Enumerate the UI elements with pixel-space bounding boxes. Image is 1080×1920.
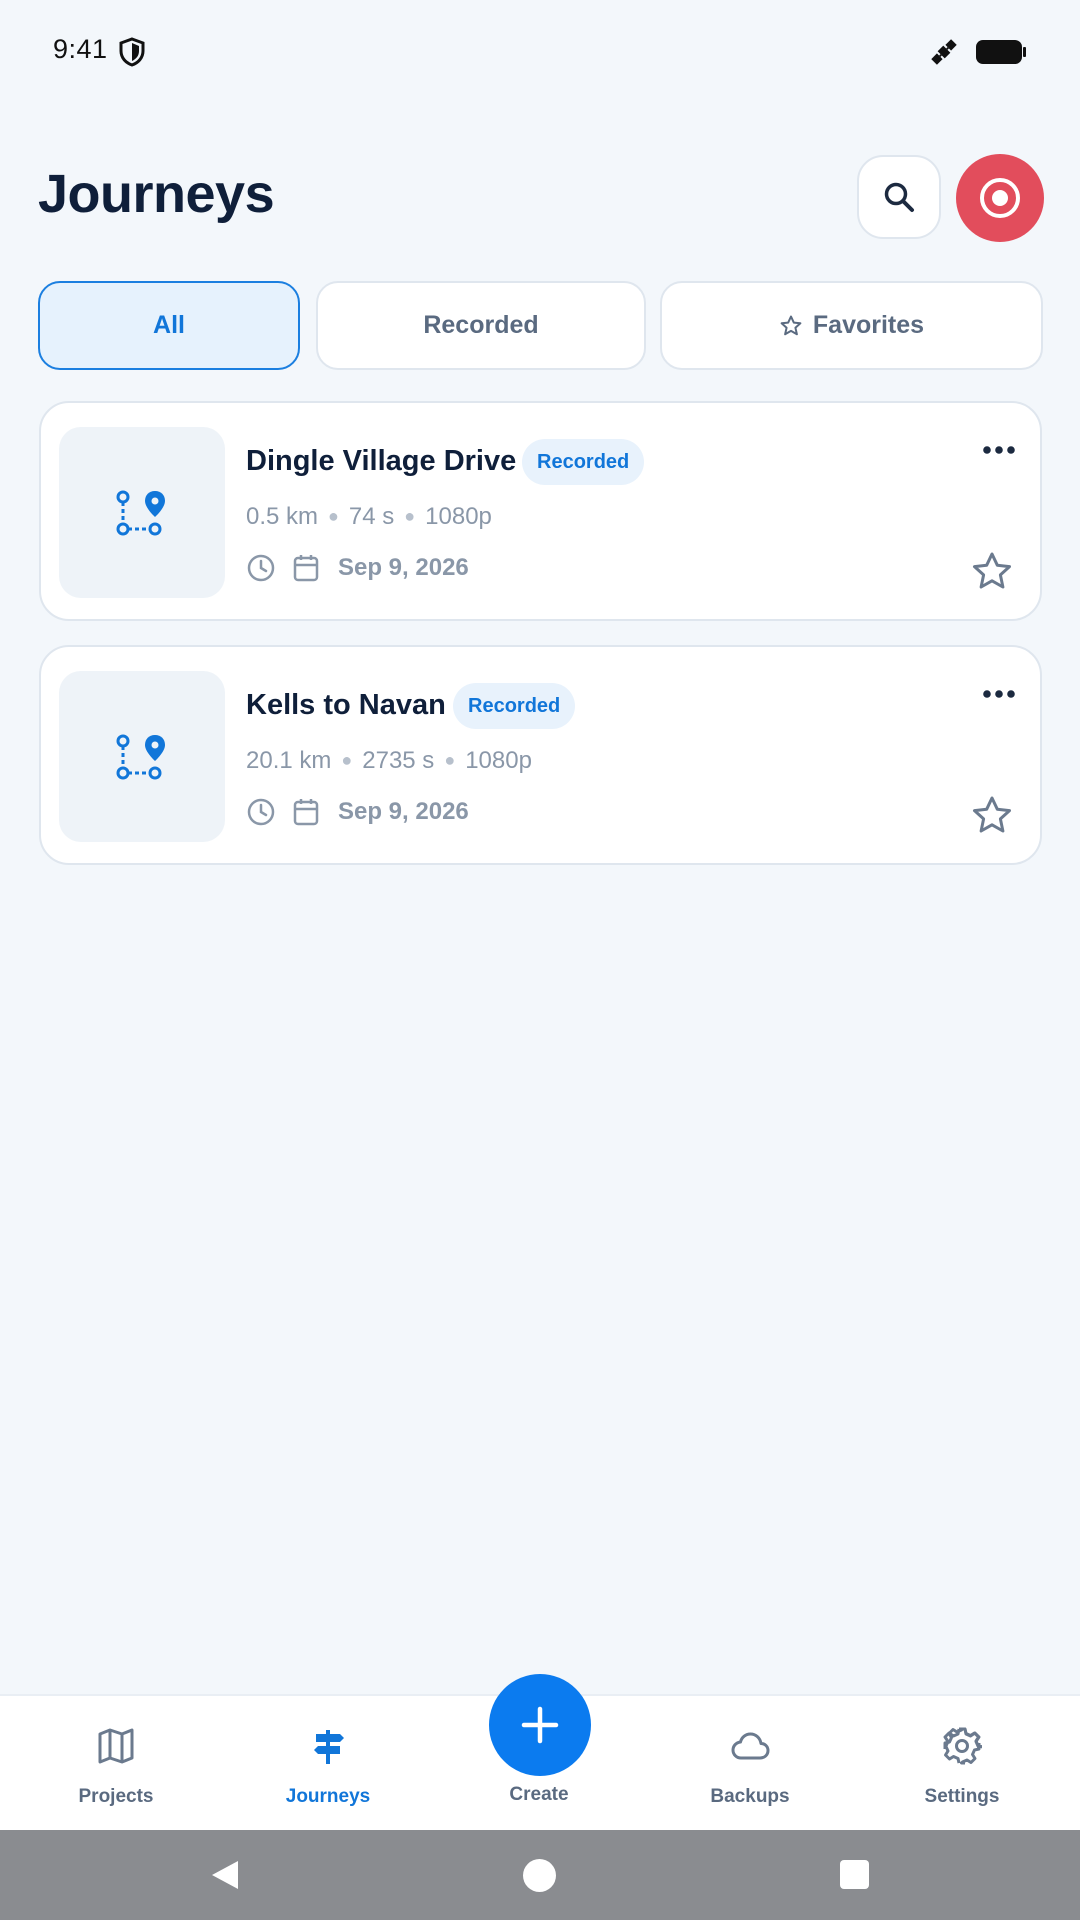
recents-icon[interactable] xyxy=(840,1860,869,1889)
journey-card[interactable]: Dingle Village Drive Recorded 0.5 km ● 74 … xyxy=(39,401,1042,621)
status-bar: 9:41 xyxy=(0,0,1080,104)
nav-journeys-label: Journeys xyxy=(285,1786,371,1807)
satellite-icon xyxy=(931,39,957,65)
nav-backups-label: Backups xyxy=(710,1786,790,1807)
calendar-icon xyxy=(293,799,319,826)
filter-all-label: All xyxy=(153,311,185,339)
journeys-screen: 9:41 Journeys All Recorded Favorites Din… xyxy=(0,0,1080,1920)
record-button[interactable] xyxy=(956,154,1044,242)
cloud-icon xyxy=(731,1732,770,1760)
status-badge: Recorded xyxy=(522,439,645,485)
journey-date: Sep 9, 2026 xyxy=(338,554,469,581)
star-outline-icon xyxy=(780,315,802,335)
map-icon xyxy=(98,1728,134,1764)
filter-recorded-label: Recorded xyxy=(423,311,539,339)
nav-create-label: Create xyxy=(509,1784,569,1805)
route-icon xyxy=(116,490,165,535)
record-icon xyxy=(980,178,1020,218)
nav-backups[interactable]: Backups xyxy=(670,1696,830,1832)
page-title: Journeys xyxy=(38,164,275,224)
journey-title: Dingle Village Drive xyxy=(246,445,517,477)
journey-card[interactable]: Kells to Navan Recorded 20.1 km ● 2735 s ● 1… xyxy=(39,645,1042,865)
filter-all[interactable]: All xyxy=(38,281,300,370)
search-icon xyxy=(884,182,914,212)
more-icon[interactable] xyxy=(981,441,1017,459)
journey-duration: 74 s xyxy=(348,503,395,530)
route-icon xyxy=(116,734,165,779)
journey-distance: 20.1 km xyxy=(246,747,332,774)
search-button[interactable] xyxy=(857,155,941,239)
filter-favorites-label: Favorites xyxy=(812,311,925,339)
signpost-icon xyxy=(314,1730,344,1764)
nav-projects[interactable]: Projects xyxy=(36,1696,196,1832)
create-fab-button[interactable] xyxy=(489,1674,591,1776)
battery-icon xyxy=(976,40,1026,64)
favorite-star-icon[interactable] xyxy=(970,794,1014,838)
home-icon[interactable] xyxy=(523,1859,556,1892)
clock-icon xyxy=(247,554,275,582)
shield-icon xyxy=(119,37,145,67)
nav-settings-label: Settings xyxy=(924,1786,1000,1807)
journey-distance: 0.5 km xyxy=(246,503,319,530)
nav-settings[interactable]: Settings xyxy=(882,1696,1042,1832)
journey-date: Sep 9, 2026 xyxy=(338,798,469,825)
journey-meta: 0.5 km ● 74 s ● 1080p xyxy=(246,503,492,530)
journey-duration: 2735 s xyxy=(362,747,435,774)
status-badge: Recorded xyxy=(453,683,576,729)
system-nav-bar xyxy=(0,1830,1080,1920)
journey-resolution: 1080p xyxy=(465,747,532,774)
journey-date-row: Sep 9, 2026 xyxy=(246,551,469,585)
more-icon[interactable] xyxy=(981,685,1017,703)
nav-projects-label: Projects xyxy=(78,1786,154,1807)
journey-resolution: 1080p xyxy=(425,503,492,530)
journey-thumbnail xyxy=(59,671,225,842)
clock-icon xyxy=(247,798,275,826)
journey-thumbnail xyxy=(59,427,225,598)
journey-title: Kells to Navan xyxy=(246,689,446,721)
journey-meta: 20.1 km ● 2735 s ● 1080p xyxy=(246,747,532,774)
filter-favorites[interactable]: Favorites xyxy=(660,281,1043,370)
gear-icon xyxy=(943,1727,982,1765)
plus-icon xyxy=(521,1706,559,1744)
filter-recorded[interactable]: Recorded xyxy=(316,281,646,370)
journey-date-row: Sep 9, 2026 xyxy=(246,795,469,829)
nav-journeys[interactable]: Journeys xyxy=(248,1696,408,1832)
favorite-star-icon[interactable] xyxy=(970,550,1014,594)
calendar-icon xyxy=(293,555,319,582)
status-time: 9:41 xyxy=(53,34,108,64)
back-icon[interactable] xyxy=(210,1859,240,1891)
